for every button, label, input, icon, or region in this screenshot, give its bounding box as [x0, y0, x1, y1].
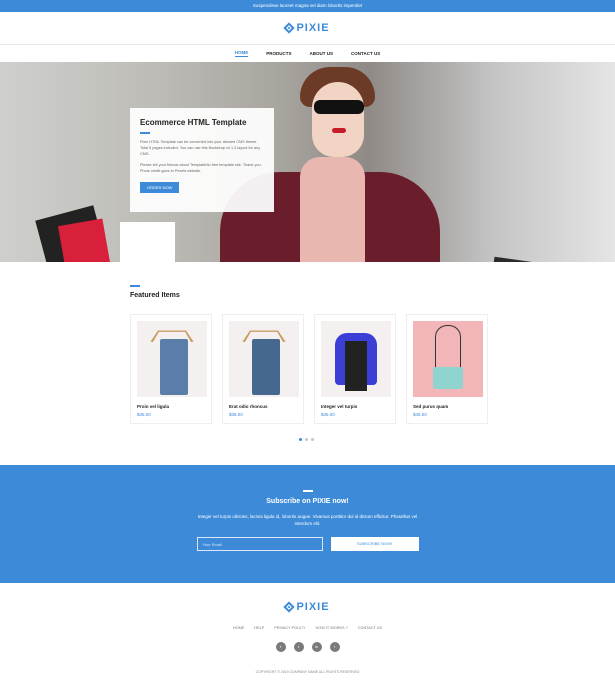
- product-price: $35.00: [229, 412, 243, 417]
- product-name: Erat odio rhoncus: [229, 404, 268, 409]
- product-price: $35.00: [137, 412, 151, 417]
- order-now-button[interactable]: ORDER NOW: [140, 182, 180, 194]
- twitter-icon[interactable]: t: [293, 642, 304, 652]
- product-name: Integer vel turpis: [321, 404, 358, 409]
- product-card[interactable]: Sed purus quam $45.00: [406, 314, 488, 424]
- product-price: $45.00: [413, 412, 427, 417]
- carousel-dot-3[interactable]: [311, 438, 314, 441]
- title-underline: [140, 132, 150, 134]
- featured-heading: Featured Items: [130, 285, 180, 299]
- shopping-bag-white: [120, 222, 175, 262]
- rss-icon[interactable]: r: [329, 642, 340, 652]
- purse-icon: [433, 367, 463, 389]
- announcement-text: Suspendisse laoreet magna vel diam lobor…: [252, 3, 363, 8]
- copyright-text: COPYRIGHT © 2019 COMPANY NAME ALL RIGHTS…: [255, 670, 360, 674]
- subscribe-form: Your Email SUBSCRIBE NOW!: [0, 537, 615, 551]
- product-name: Sed purus quam: [413, 404, 449, 409]
- diamond-logo-icon: [283, 22, 296, 34]
- product-image: [321, 321, 391, 397]
- footer-link-contact-us[interactable]: CONTACT US: [358, 626, 382, 630]
- subscribe-button[interactable]: SUBSCRIBE NOW!: [330, 537, 419, 551]
- product-price: $35.00: [321, 412, 335, 417]
- product-list: Proin vel ligula $35.00 Erat odio rhoncu…: [130, 314, 488, 424]
- hero-paragraph-1: Pixie HTML Template can be converted int…: [140, 140, 261, 157]
- nav-home[interactable]: HOME: [234, 50, 249, 57]
- hero-banner: [0, 62, 615, 262]
- announcement-bar: Suspendisse laoreet magna vel diam lobor…: [0, 0, 615, 12]
- footer: PIXIE HOME HELP PRIVACY POLICY HOW IT WO…: [0, 583, 615, 694]
- footer-link-how-it-works[interactable]: HOW IT WORKS ?: [316, 626, 348, 630]
- subscribe-title: Subscribe on PIXIE now!: [266, 498, 349, 505]
- product-card[interactable]: Proin vel ligula $35.00: [130, 314, 212, 424]
- woman-scarf: [300, 157, 365, 262]
- brand-name: PIXIE: [296, 22, 330, 34]
- product-image: [413, 321, 483, 397]
- jeans-icon: [252, 339, 280, 395]
- shopping-bag-right: [486, 256, 574, 262]
- social-links: f t in r: [0, 642, 615, 652]
- facebook-icon[interactable]: f: [275, 642, 286, 652]
- footer-logo[interactable]: PIXIE: [283, 601, 330, 613]
- featured-title: Featured Items: [130, 292, 180, 299]
- main-navigation: HOME PRODUCTS ABOUT US CONTACT US: [0, 44, 615, 62]
- product-image: [229, 321, 299, 397]
- featured-underline: [130, 285, 140, 287]
- sunglasses: [314, 100, 364, 114]
- brand-logo[interactable]: PIXIE: [283, 22, 330, 34]
- subscribe-text: Integer vel turpis ultricies, lacinia li…: [197, 514, 418, 526]
- hero-title: Ecommerce HTML Template: [140, 118, 247, 127]
- nav-contact-us[interactable]: CONTACT US: [351, 51, 380, 56]
- header-logo-row: PIXIE: [0, 14, 615, 44]
- product-card[interactable]: Erat odio rhoncus $35.00: [222, 314, 304, 424]
- product-card[interactable]: Integer vel turpis $35.00: [314, 314, 396, 424]
- nav-products[interactable]: PRODUCTS: [266, 51, 291, 56]
- footer-brand-name: PIXIE: [296, 601, 330, 613]
- red-lips: [332, 128, 346, 133]
- woman-face: [312, 82, 364, 157]
- product-image: [137, 321, 207, 397]
- product-name: Proin vel ligula: [137, 404, 170, 409]
- subscribe-section: Subscribe on PIXIE now! Integer vel turp…: [0, 465, 615, 583]
- carousel-dots: [299, 438, 314, 441]
- email-field[interactable]: Your Email: [196, 537, 323, 551]
- diamond-logo-icon: [283, 601, 296, 613]
- subscribe-underline: [302, 490, 313, 492]
- carousel-dot-1[interactable]: [299, 438, 302, 441]
- hero-paragraph-2: Please tell your friends about TemplateM…: [140, 162, 262, 173]
- footer-link-privacy-policy[interactable]: PRIVACY POLICY: [274, 626, 305, 630]
- nav-about-us[interactable]: ABOUT US: [310, 51, 334, 56]
- hero-text-card: Ecommerce HTML Template Pixie HTML Templ…: [130, 108, 274, 212]
- footer-links: HOME HELP PRIVACY POLICY HOW IT WORKS ? …: [0, 626, 615, 630]
- carousel-dot-2[interactable]: [305, 438, 308, 441]
- jeans-icon: [160, 339, 188, 395]
- vest-icon: [335, 333, 377, 391]
- footer-link-home[interactable]: HOME: [233, 626, 244, 630]
- footer-link-help[interactable]: HELP: [254, 626, 264, 630]
- bag-strap-icon: [435, 325, 461, 369]
- linkedin-icon[interactable]: in: [311, 642, 322, 652]
- shopping-bag-red: [58, 218, 111, 262]
